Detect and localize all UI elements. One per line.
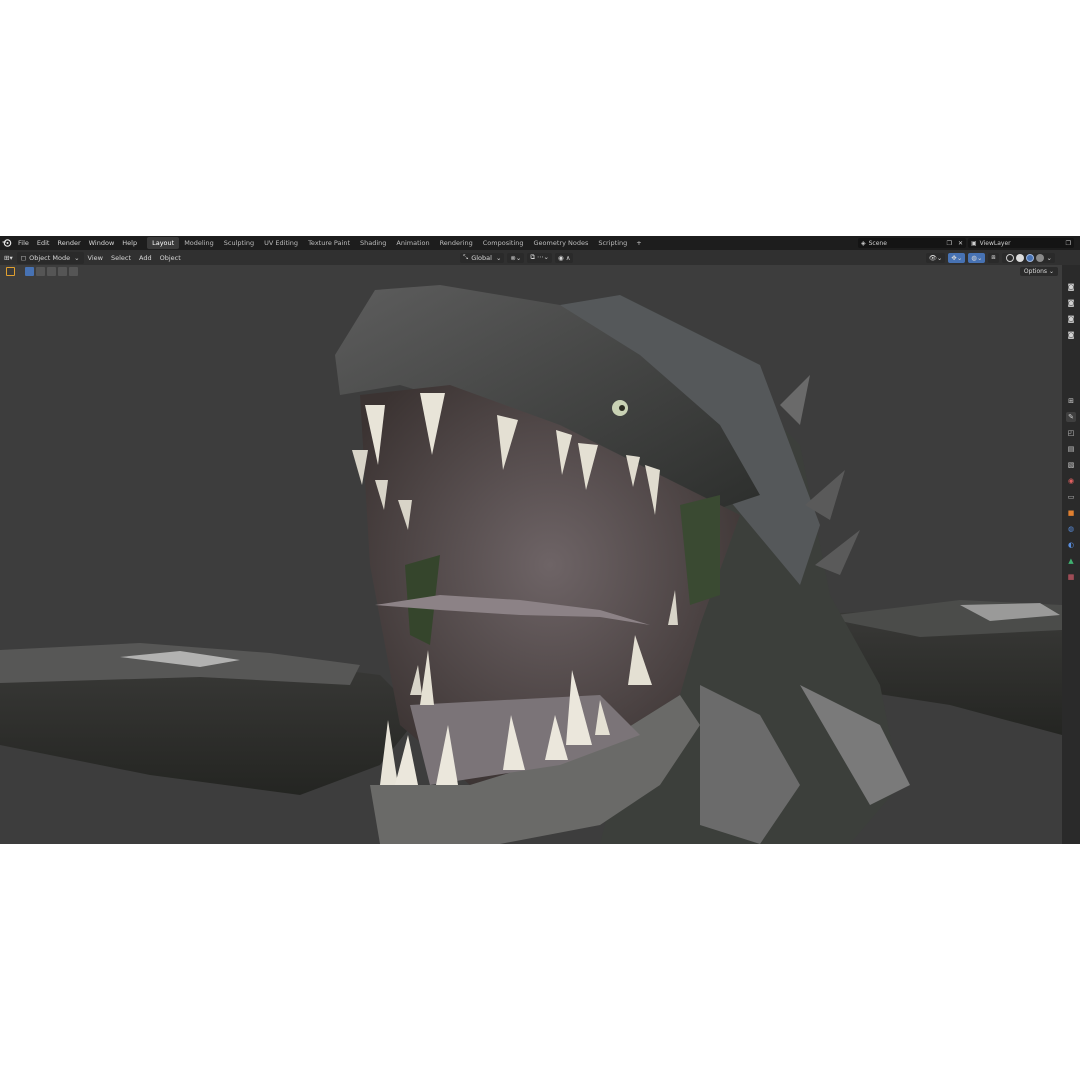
menu-add[interactable]: Add bbox=[135, 252, 156, 264]
object-mode-dropdown[interactable]: ◻ Object Mode ⌄ bbox=[16, 251, 84, 264]
proportional-edit-icon[interactable]: ◉ ∧ bbox=[554, 252, 574, 263]
xray-icon[interactable]: ⧈ bbox=[988, 252, 999, 263]
select-subtract-icon[interactable] bbox=[47, 267, 56, 276]
camera-icon[interactable]: ◙ bbox=[1066, 282, 1076, 292]
shading-modes: ⌄ bbox=[1001, 252, 1055, 263]
workspace-tabs: Layout Modeling Sculpting UV Editing Tex… bbox=[147, 236, 646, 250]
new-view-layer-icon[interactable]: ❐ bbox=[1063, 240, 1074, 247]
tab-animation[interactable]: Animation bbox=[391, 237, 434, 249]
scene-icon: ◈ bbox=[861, 239, 866, 247]
orientation-icon: ⤡ bbox=[463, 253, 469, 261]
transform-orientation-dropdown[interactable]: ⤡ Global ⌄ bbox=[460, 252, 505, 263]
menu-render[interactable]: Render bbox=[53, 239, 84, 247]
3d-viewport[interactable]: Options ⌄ bbox=[0, 265, 1062, 844]
object-mode-icon: ◻ bbox=[20, 253, 27, 262]
physics-icon[interactable]: ◐ bbox=[1066, 540, 1076, 550]
camera-icon[interactable]: ◙ bbox=[1066, 298, 1076, 308]
menu-file[interactable]: File bbox=[14, 239, 33, 247]
menu-view[interactable]: View bbox=[84, 252, 107, 264]
view-layer-icon: ▣ bbox=[971, 239, 977, 247]
material-preview-icon[interactable] bbox=[1025, 253, 1034, 262]
select-new-icon[interactable] bbox=[25, 267, 34, 276]
menu-window[interactable]: Window bbox=[85, 239, 119, 247]
tab-uv-editing[interactable]: UV Editing bbox=[259, 237, 303, 249]
blender-window: File Edit Render Window Help Layout Mode… bbox=[0, 236, 1080, 844]
world-icon[interactable]: ▭ bbox=[1066, 492, 1076, 502]
tab-scripting[interactable]: Scripting bbox=[593, 237, 632, 249]
rendered-icon[interactable] bbox=[1035, 253, 1044, 262]
visibility-icon[interactable]: 👁⌄ bbox=[925, 252, 946, 263]
tab-shading[interactable]: Shading bbox=[355, 237, 391, 249]
gizmo-icon[interactable]: ✥⌄ bbox=[948, 252, 966, 263]
menu-select[interactable]: Select bbox=[107, 252, 135, 264]
select-extend-icon[interactable] bbox=[36, 267, 45, 276]
render-properties-icon[interactable]: ◰ bbox=[1066, 428, 1076, 438]
blender-logo-icon[interactable] bbox=[0, 236, 14, 250]
scene-selector[interactable]: ◈ Scene ❐ ✕ bbox=[858, 238, 966, 248]
tab-texture-paint[interactable]: Texture Paint bbox=[303, 237, 355, 249]
tool-icon[interactable] bbox=[6, 267, 15, 276]
object-icon[interactable]: ■ bbox=[1066, 508, 1076, 518]
view-layer-icon[interactable]: ▧ bbox=[1066, 460, 1076, 470]
view-layer-name: ViewLayer bbox=[979, 239, 1011, 247]
tab-rendering[interactable]: Rendering bbox=[435, 237, 478, 249]
top-menu-bar: File Edit Render Window Help Layout Mode… bbox=[0, 236, 1080, 250]
select-invert-icon[interactable] bbox=[58, 267, 67, 276]
camera-icon[interactable]: ◙ bbox=[1066, 314, 1076, 324]
add-workspace-icon[interactable]: + bbox=[632, 239, 645, 247]
transform-tools: ⤡ Global ⌄ ⊗⌄ ⧉ ⋯⌄ ◉ ∧ bbox=[460, 252, 576, 263]
tool-properties-icon[interactable]: ✎ bbox=[1066, 412, 1076, 422]
scene-name: Scene bbox=[868, 239, 887, 247]
close-icon[interactable]: ✕ bbox=[955, 240, 966, 247]
dragon-render bbox=[0, 285, 1062, 844]
tab-layout[interactable]: Layout bbox=[147, 237, 180, 249]
data-icon[interactable]: ▲ bbox=[1066, 556, 1076, 566]
overlay-icon[interactable]: ◍⌄ bbox=[968, 252, 986, 263]
texture-icon[interactable]: ▦ bbox=[1066, 572, 1076, 582]
scene-icon[interactable]: ◉ bbox=[1066, 476, 1076, 486]
chevron-down-icon: ⌄ bbox=[74, 253, 80, 262]
viewport-header: ⊞▾ ◻ Object Mode ⌄ View Select Add Objec… bbox=[0, 250, 1080, 265]
tab-modeling[interactable]: Modeling bbox=[179, 237, 219, 249]
output-icon[interactable]: ▤ bbox=[1066, 444, 1076, 454]
viewport-display-tools: 👁⌄ ✥⌄ ◍⌄ ⧈ ⌄ bbox=[925, 252, 1058, 263]
tab-compositing[interactable]: Compositing bbox=[478, 237, 529, 249]
menu-object[interactable]: Object bbox=[156, 252, 185, 264]
view-layer-selector[interactable]: ▣ ViewLayer ❐ bbox=[968, 238, 1074, 248]
solid-shading-icon[interactable] bbox=[1015, 253, 1024, 262]
new-scene-icon[interactable]: ❐ bbox=[944, 240, 955, 247]
properties-tab-strip: ◙ ◙ ◙ ◙ ⊞ ✎ ◰ ▤ ▧ ◉ ▭ ■ ◍ ◐ ▲ ▦ bbox=[1062, 265, 1080, 844]
editor-type-icon[interactable]: ⊞▾ bbox=[0, 252, 17, 264]
tab-geometry-nodes[interactable]: Geometry Nodes bbox=[529, 237, 594, 249]
modifier-icon[interactable]: ◍ bbox=[1066, 524, 1076, 534]
menu-help[interactable]: Help bbox=[118, 239, 141, 247]
options-dropdown[interactable]: Options ⌄ bbox=[1019, 267, 1058, 276]
wireframe-icon[interactable] bbox=[1005, 253, 1014, 262]
camera-icon[interactable]: ◙ bbox=[1066, 330, 1076, 340]
selection-mode-buttons bbox=[6, 267, 78, 276]
tab-sculpting[interactable]: Sculpting bbox=[219, 237, 259, 249]
select-intersect-icon[interactable] bbox=[69, 267, 78, 276]
properties-editor-icon[interactable]: ⊞ bbox=[1066, 396, 1076, 406]
pivot-point-icon[interactable]: ⊗⌄ bbox=[507, 252, 525, 263]
snap-icon[interactable]: ⧉ ⋯⌄ bbox=[527, 252, 552, 263]
menu-edit[interactable]: Edit bbox=[33, 239, 54, 247]
